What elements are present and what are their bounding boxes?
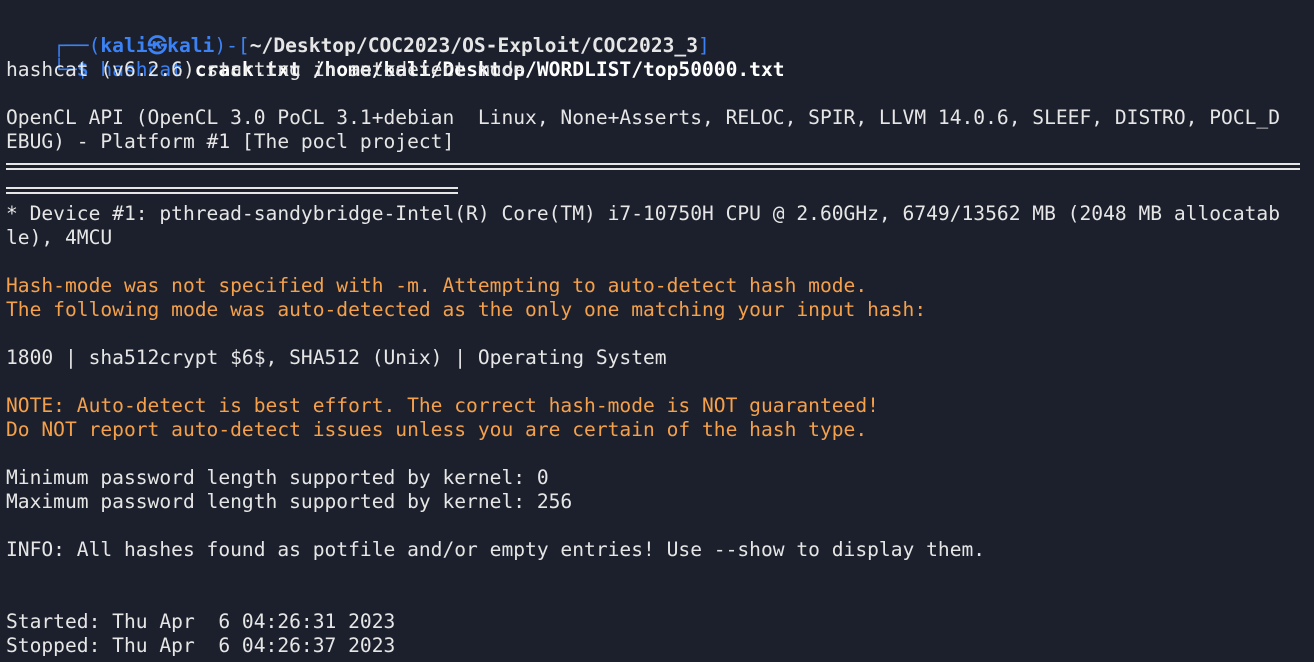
warning-line: Do NOT report auto-detect issues unless … [6, 418, 868, 441]
output-line: Started: Thu Apr 6 04:26:31 2023 [6, 610, 396, 633]
output-line: Stopped: Thu Apr 6 04:26:37 2023 [6, 634, 396, 657]
output-line: hashcat (v6.2.6) starting in autodetect … [6, 58, 526, 81]
output-line: INFO: All hashes found as potfile and/or… [6, 538, 986, 561]
terminal-window[interactable]: ┌──(kali㉿kali)-[~/Desktop/COC2023/OS-Exp… [0, 0, 1314, 662]
prompt-line-2: └─$ hashcat crack.txt /home/kali/Desktop… [6, 34, 784, 81]
separator-rule [6, 187, 458, 194]
prompt-line-1: ┌──(kali㉿kali)-[~/Desktop/COC2023/OS-Exp… [6, 10, 710, 57]
output-line: OpenCL API (OpenCL 3.0 PoCL 3.1+debian L… [6, 106, 1281, 129]
output-line: Minimum password length supported by ker… [6, 466, 549, 489]
output-line: Maximum password length supported by ker… [6, 490, 573, 513]
output-line: 1800 | sha512crypt $6$, SHA512 (Unix) | … [6, 346, 667, 369]
warning-line: The following mode was auto-detected as … [6, 298, 927, 321]
output-line: le), 4MCU [6, 226, 113, 249]
warning-line: NOTE: Auto-detect is best effort. The co… [6, 394, 879, 417]
warning-line: Hash-mode was not specified with -m. Att… [6, 274, 868, 297]
output-line: EBUG) - Platform #1 [The pocl project] [6, 130, 455, 153]
separator-rule [6, 163, 1300, 170]
output-line: * Device #1: pthread-sandybridge-Intel(R… [6, 202, 1281, 225]
